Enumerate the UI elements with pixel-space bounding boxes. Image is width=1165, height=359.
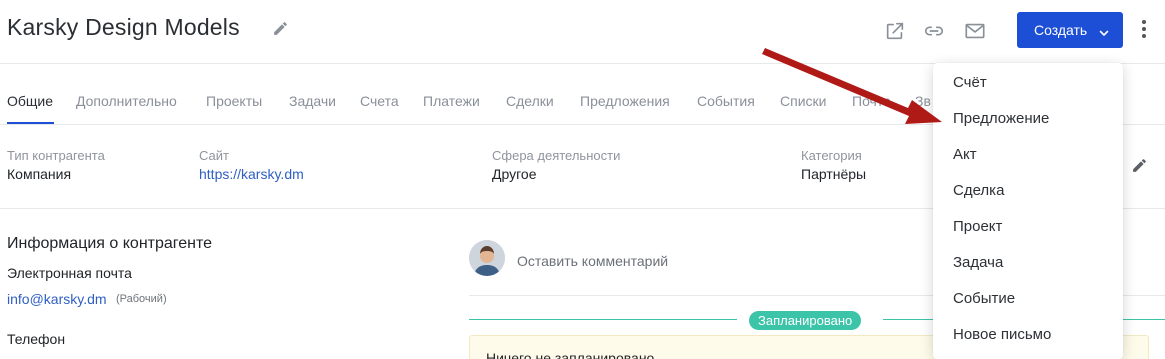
menu-item-invoice[interactable]: Счёт [953,74,987,91]
menu-item-project[interactable]: Проект [953,218,1002,235]
tab-mail[interactable]: Почта [852,93,891,109]
comment-input[interactable]: Оставить комментарий [517,253,668,269]
tab-events[interactable]: События [697,93,755,109]
tab-general[interactable]: Общие [7,93,53,109]
link-icon[interactable] [922,20,946,47]
phone-label: Телефон [7,331,66,347]
tab-deals[interactable]: Сделки [506,93,554,109]
email-link[interactable]: info@karsky.dm [7,291,107,307]
edit-fields-pencil-icon[interactable] [1131,157,1148,179]
create-button[interactable]: Создать [1017,12,1123,48]
tab-lists[interactable]: Списки [780,93,826,109]
create-button-label: Создать [1034,22,1088,38]
menu-item-act[interactable]: Акт [953,146,977,163]
menu-item-proposal[interactable]: Предложение [953,110,1049,127]
site-link[interactable]: https://karsky.dm [199,166,304,182]
tab-projects[interactable]: Проекты [206,93,262,109]
field-label-site: Сайт [199,148,229,163]
menu-item-task[interactable]: Задача [953,254,1003,271]
field-value-category: Партнёры [801,166,867,182]
planned-badge: Запланировано [749,311,862,330]
field-label-type: Тип контрагента [7,148,105,163]
external-link-icon[interactable] [884,20,906,47]
tab-calls[interactable]: Зв [915,93,931,109]
menu-item-new-email[interactable]: Новое письмо [953,326,1051,343]
edit-title-pencil-icon[interactable] [272,20,289,42]
field-label-industry: Сфера деятельности [492,148,621,163]
tab-invoices[interactable]: Счета [360,93,399,109]
more-vertical-icon[interactable] [1138,20,1150,42]
field-value-type: Компания [7,166,72,182]
chevron-down-icon [1099,25,1109,41]
menu-item-event[interactable]: Событие [953,290,1015,307]
timeline-line-left [469,319,737,320]
mail-icon[interactable] [963,20,987,47]
menu-item-deal[interactable]: Сделка [953,182,1004,199]
nothing-planned-text: Ничего не запланировано [486,350,655,359]
email-label: Электронная почта [7,265,132,281]
tab-tasks[interactable]: Задачи [289,93,336,109]
page-title: Karsky Design Models [7,14,240,40]
email-type: (Рабочий) [116,293,167,305]
field-value-industry: Другое [492,166,537,182]
avatar [469,240,505,276]
field-label-category: Категория [801,148,862,163]
section-title-info: Информация о контрагенте [7,235,213,252]
tab-additional[interactable]: Дополнительно [76,93,177,109]
tab-proposals[interactable]: Предложения [580,93,670,109]
tab-payments[interactable]: Платежи [423,93,480,109]
create-menu: Счёт Предложение Акт Сделка Проект Задач… [933,63,1123,359]
